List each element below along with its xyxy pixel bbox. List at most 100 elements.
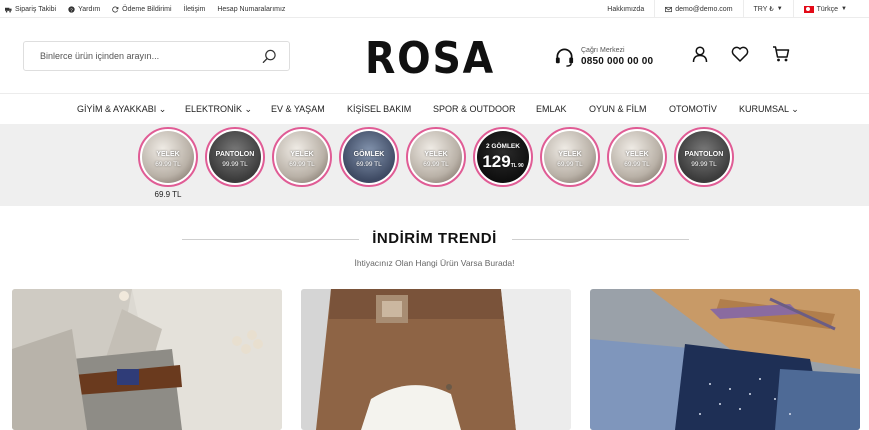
story-circle[interactable]: YELEK 69.99 TL	[540, 127, 600, 187]
story-image: GÖMLEK 69.99 TL	[343, 131, 395, 183]
truck-icon	[5, 7, 12, 12]
story-image: 2 GÖMLEK 129TL 90	[477, 131, 529, 183]
nav-label: SPOR & OUTDOOR	[433, 104, 516, 114]
story-tag: PANTOLON	[215, 151, 255, 158]
story-circle[interactable]: PANTOLON 99.99 TL	[674, 127, 734, 187]
turkey-flag-icon	[803, 5, 814, 13]
story-image: PANTOLON 99.99 TL	[678, 131, 730, 183]
story-price: 69.99 TL	[624, 161, 650, 168]
product-card[interactable]	[12, 289, 282, 430]
nav-label: EV & YAŞAM	[271, 104, 325, 114]
caret-down-icon: ▼	[776, 6, 783, 12]
help-label: Yardım	[78, 5, 101, 13]
logo-text: ROSA	[365, 35, 495, 79]
rosa-logo[interactable]: ROSA	[365, 35, 497, 79]
payment-notice-link[interactable]: Ödeme Bildirimi	[112, 5, 172, 13]
story-circle[interactable]: YELEK 69.99 TL	[272, 127, 332, 187]
story-image: PANTOLON 99.99 TL	[209, 131, 261, 183]
story-tag: YELEK	[424, 151, 448, 158]
section-title: İNDİRİM TRENDİ	[372, 230, 497, 247]
search-box	[23, 41, 290, 71]
svg-text:?: ?	[70, 7, 73, 13]
story-image: YELEK 69.99 TL	[276, 131, 328, 183]
story-strip: YELEK 69.99 TL 69.9 TL PANTOLON 99.99 TL…	[0, 124, 869, 206]
story-image: YELEK 69.99 TL	[142, 131, 194, 183]
help-link[interactable]: ? Yardım	[68, 6, 100, 13]
about-label: Hakkımızda	[607, 5, 645, 13]
contact-link[interactable]: İletişim	[184, 6, 206, 13]
story-caption: 69.9 TL	[154, 190, 182, 199]
product-card[interactable]	[301, 289, 571, 430]
headset-icon	[555, 48, 574, 67]
search-icon[interactable]	[262, 49, 277, 64]
product-card[interactable]	[590, 289, 860, 430]
refresh-icon	[112, 6, 119, 12]
nav-label: ELEKTRONİK	[185, 104, 243, 114]
story-tag: 2 GÖMLEK	[486, 143, 520, 150]
order-tracking-label: Sipariş Takibi	[15, 5, 57, 13]
nav-item-giyim[interactable]: GİYİM & AYAKKABI ⌄	[77, 95, 166, 124]
story-tag: GÖMLEK	[353, 151, 385, 158]
language-select[interactable]: Türkçe ▼	[792, 0, 857, 18]
email-link[interactable]: demo@demo.com	[654, 0, 742, 18]
nav-label: EMLAK	[536, 104, 567, 114]
product-image-shirts	[590, 289, 860, 430]
story-price: 69.99 TL	[423, 161, 449, 168]
currency-select[interactable]: TRY ₺ ▼	[742, 0, 793, 18]
nav-item-ev-yasam[interactable]: EV & YAŞAM	[271, 95, 325, 124]
story-circle[interactable]: 2 GÖMLEK 129TL 90	[473, 127, 533, 187]
story-image: YELEK 69.99 TL	[611, 131, 663, 183]
about-link[interactable]: Hakkımızda	[597, 0, 654, 18]
user-icon[interactable]	[691, 45, 709, 63]
language-label: Türkçe	[816, 5, 839, 13]
bank-accounts-link[interactable]: Hesap Numaralarımız	[217, 6, 285, 13]
contact-label: İletişim	[183, 5, 206, 13]
nav-item-oyun-film[interactable]: OYUN & FİLM	[589, 95, 647, 124]
call-center-phone: 0850 000 00 00	[581, 56, 654, 67]
chevron-down-icon: ⌄	[791, 104, 799, 114]
story-tag: YELEK	[156, 151, 180, 158]
payment-notice-label: Ödeme Bildirimi	[122, 5, 172, 13]
story-circle[interactable]: GÖMLEK 69.99 TL	[339, 127, 399, 187]
main-navigation: GİYİM & AYAKKABI ⌄ ELEKTRONİK ⌄ EV & YAŞ…	[0, 95, 869, 124]
section-subtitle: İhtiyacınız Olan Hangi Ürün Varsa Burada…	[354, 258, 515, 268]
nav-item-elektronik[interactable]: ELEKTRONİK ⌄	[185, 95, 252, 124]
story-circle[interactable]: YELEK 69.99 TL	[406, 127, 466, 187]
story-price: 69.99 TL	[155, 161, 181, 168]
story-tag: YELEK	[290, 151, 314, 158]
nav-item-kisisel-bakim[interactable]: KİŞİSEL BAKIM	[347, 95, 411, 124]
order-tracking-link[interactable]: Sipariş Takibi	[5, 6, 56, 13]
nav-item-kurumsal[interactable]: KURUMSAL ⌄	[739, 95, 799, 124]
top-bar: Sipariş Takibi ? Yardım Ödeme Bildirimi …	[0, 0, 869, 18]
mail-icon	[665, 6, 673, 12]
nav-item-spor[interactable]: SPOR & OUTDOOR	[433, 95, 516, 124]
story-price: 69.99 TL	[557, 161, 583, 168]
nav-label: KİŞİSEL BAKIM	[347, 104, 412, 114]
heart-icon[interactable]	[731, 45, 749, 63]
bank-accounts-label: Hesap Numaralarımız	[217, 5, 286, 13]
nav-label: OYUN & FİLM	[589, 104, 647, 114]
story-price: 69.99 TL	[356, 161, 382, 168]
story-circle[interactable]: YELEK 69.99 TL	[607, 127, 667, 187]
product-image-trousers	[301, 289, 571, 430]
help-icon: ?	[68, 5, 75, 13]
call-center[interactable]: Çağrı Merkezi 0850 000 00 00	[554, 42, 653, 72]
story-tag: YELEK	[625, 151, 649, 158]
email-label: demo@demo.com	[675, 5, 733, 13]
search-input[interactable]	[24, 42, 259, 70]
chevron-down-icon: ⌄	[244, 104, 253, 114]
product-image-jacket	[12, 289, 282, 430]
story-circle[interactable]: PANTOLON 99.99 TL	[205, 127, 265, 187]
story-price: 99.99 TL	[222, 161, 248, 168]
nav-item-otomotiv[interactable]: OTOMOTİV	[669, 95, 717, 124]
story-price: 99.99 TL	[691, 161, 717, 168]
call-center-label: Çağrı Merkezi	[581, 47, 625, 54]
story-image: YELEK 69.99 TL	[544, 131, 596, 183]
story-circle[interactable]: YELEK 69.99 TL	[138, 127, 198, 187]
currency-label: TRY ₺	[753, 6, 774, 13]
nav-item-emlak[interactable]: EMLAK	[536, 95, 567, 124]
story-price-main: 129	[482, 152, 511, 171]
caret-down-icon: ▼	[841, 6, 847, 12]
story-price: 129TL 90	[477, 152, 529, 172]
cart-icon[interactable]	[772, 45, 790, 63]
